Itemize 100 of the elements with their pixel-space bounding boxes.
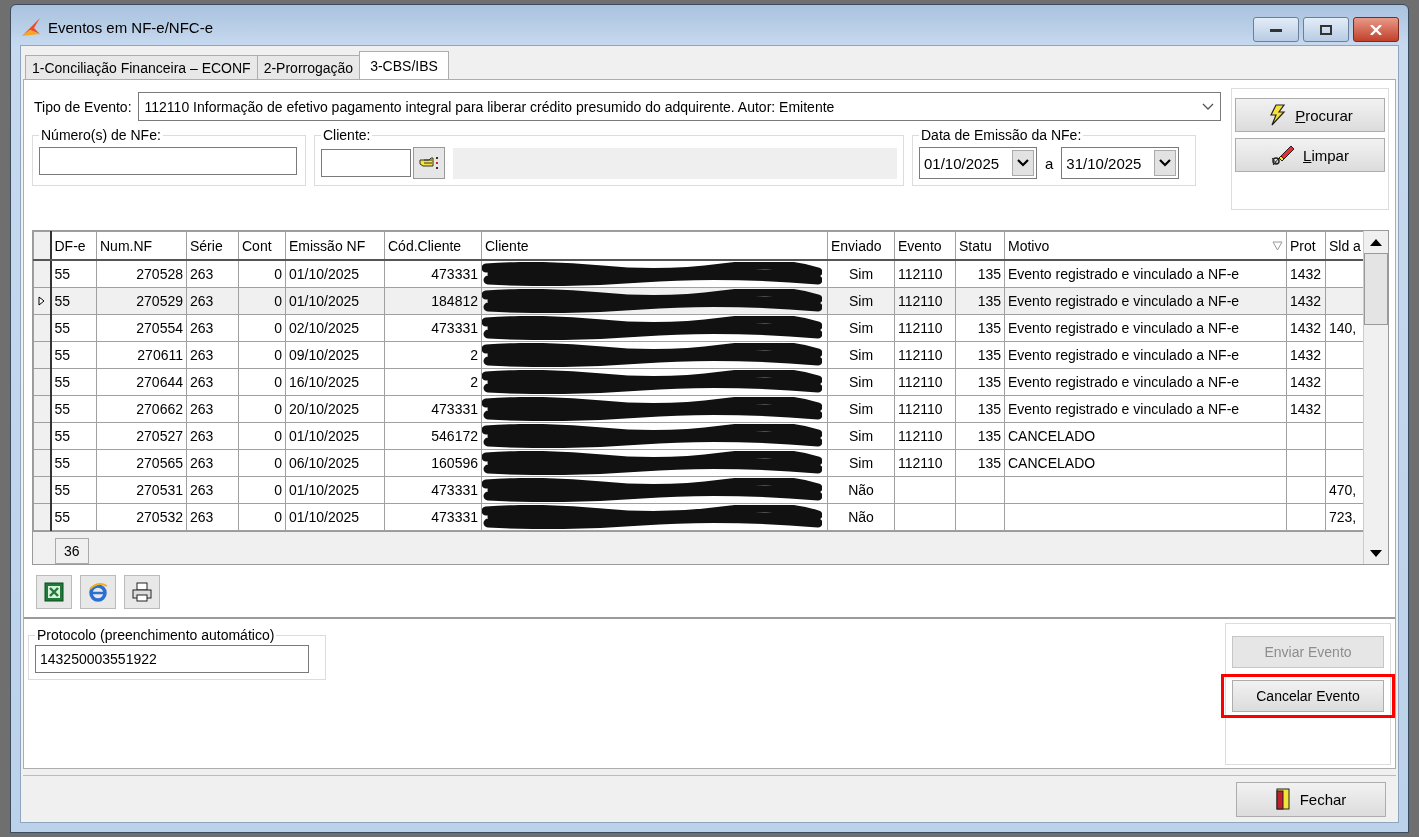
tab[interactable]: 1-Conciliação Financeira – ECONF [25,55,258,79]
event-type-dropdown[interactable]: 112110 Informação de efetivo pagamento integral para liberar crédito presumido do adquirente. Autor: Emitente [137,92,1221,121]
spreadsheet-export-button[interactable] [36,575,72,609]
column-header[interactable]: Série [186,231,239,260]
table-cell: 263 [186,260,239,288]
table-cell: Evento registrado e vinculado a NF-e [1004,368,1287,396]
column-header[interactable]: DF-e [50,231,97,260]
date-picker[interactable]: 01/10/2025 [919,147,1037,179]
column-header[interactable]: Sld a [1325,231,1363,260]
table-cell: 55 [50,260,97,288]
protocol-field[interactable]: 143250003551922 [35,645,309,673]
table-cell: 270527 [96,422,187,450]
column-header[interactable]: Num.NF [96,231,187,260]
table-cell: 1432 [1286,260,1326,288]
table-cell: 263 [186,476,239,504]
column-header[interactable]: Statu [955,231,1005,260]
table-cell: 1432 [1286,368,1326,396]
table-cell: 135 [955,341,1005,369]
table-cell: 546172 [384,422,482,450]
record-count: 36 [55,538,89,564]
table-cell: 263 [186,422,239,450]
printer-icon [132,582,152,602]
table-cell: Sim [827,341,895,369]
pointing-hand-button[interactable] [413,147,445,179]
group-label: Data de Emissão da NFe: [920,127,1083,143]
table-cell: 0 [238,368,286,396]
event-type-label: Tipo de Evento: [34,98,132,115]
table-cell: 0 [238,503,286,531]
tab[interactable]: 3-CBS/IBS [359,51,449,79]
table-cell: 0 [238,260,286,288]
table-cell: Sim [827,314,895,342]
column-header[interactable]: Motivo [1004,231,1287,260]
search-button[interactable]: Procurar [1235,98,1385,132]
table-cell: 473331 [384,476,482,504]
table-cell: 263 [186,314,239,342]
column-header[interactable]: Cliente [481,231,828,260]
filter-icon[interactable] [1272,240,1283,251]
nfe-number-field[interactable] [39,147,297,175]
close-dialog-button[interactable]: Fechar [1236,781,1386,817]
action-button[interactable]: Cancelar Evento [1232,680,1384,712]
table-cell: 0 [238,449,286,477]
browser-export-button[interactable] [80,575,116,609]
table-cell: 01/10/2025 [285,260,385,288]
column-header[interactable]: Emissão NF [285,231,385,260]
table-cell: Não [827,476,895,504]
eraser-icon [1271,144,1296,166]
door-icon [1275,788,1290,810]
minimize-button[interactable] [1253,17,1299,42]
chevron-down-icon [1017,159,1029,167]
table-cell: 1432 [1286,341,1326,369]
table-cell: 0 [238,422,286,450]
table-cell: Sim [827,260,895,288]
maximize-button[interactable] [1303,17,1349,42]
group-label: Cliente: [322,127,372,143]
table-cell: 0 [238,314,286,342]
table-cell: Evento registrado e vinculado a NF-e [1004,287,1287,315]
table-cell: 184812 [384,287,482,315]
spreadsheet-icon [44,582,64,602]
row-pointer-icon [38,296,46,306]
table-cell: 1432 [1286,395,1326,423]
column-header[interactable]: Cont [238,231,286,260]
column-header[interactable]: Evento [894,231,956,260]
table-cell: 01/10/2025 [285,422,385,450]
table-cell: 270611 [96,341,187,369]
table-cell: Sim [827,368,895,396]
table-cell: Sim [827,287,895,315]
table-cell: 135 [955,395,1005,423]
close-icon [1370,24,1382,35]
date-picker[interactable]: 31/10/2025 [1061,147,1180,179]
table-cell: 263 [186,341,239,369]
table-cell: 135 [955,449,1005,477]
table-cell: 270529 [96,287,187,315]
window-title: Eventos em NF-e/NFC-e [48,18,214,36]
table-cell: 160596 [384,449,482,477]
close-button[interactable] [1353,17,1399,42]
column-header[interactable]: Cód.Cliente [384,231,482,260]
table-cell: 270531 [96,476,187,504]
table-cell: 02/10/2025 [285,314,385,342]
table-cell: 270565 [96,449,187,477]
group-label: Número(s) de NFe: [40,127,162,143]
table-cell: Evento registrado e vinculado a NF-e [1004,341,1287,369]
clear-button[interactable]: Limpar [1235,138,1385,172]
chevron-down-icon [1159,159,1172,167]
table-cell: 263 [186,395,239,423]
tab[interactable]: 2-Prorrogação [256,55,361,79]
table-cell: 263 [186,503,239,531]
column-header[interactable]: Enviado [827,231,895,260]
table-cell: Sim [827,422,895,450]
table-cell: 112110 [894,368,956,396]
client-code-field[interactable] [321,149,411,177]
column-header[interactable]: Prot [1286,231,1326,260]
table-cell: 112110 [894,395,956,423]
print-button[interactable] [124,575,160,609]
group-label: Protocolo (preenchimento automático) [36,627,276,643]
table-cell: 135 [955,314,1005,342]
table-cell: 55 [50,449,97,477]
scrollbar-thumb[interactable] [1364,253,1388,325]
table-cell: 473331 [384,314,482,342]
table-cell: Evento registrado e vinculado a NF-e [1004,395,1287,423]
table-cell: 473331 [384,395,482,423]
